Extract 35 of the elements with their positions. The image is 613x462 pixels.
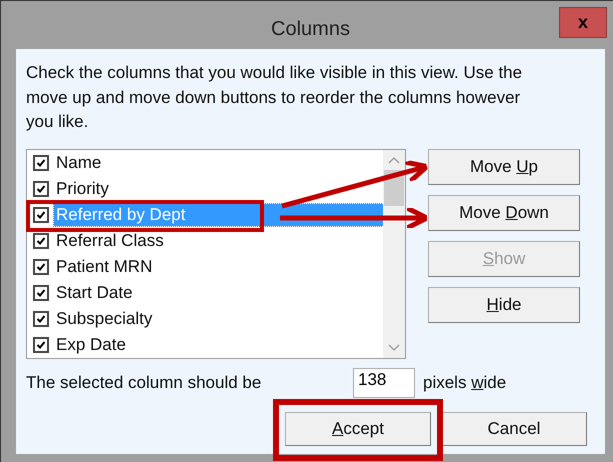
checkbox[interactable] bbox=[33, 180, 49, 196]
checkbox[interactable] bbox=[33, 336, 49, 352]
checkbox[interactable] bbox=[33, 284, 49, 300]
column-item[interactable]: Name bbox=[54, 152, 383, 174]
instruction-text: Check the columns that you would like visible in this view. Use the move up and move down buttons to reorder the columns however you like. bbox=[26, 62, 524, 133]
check-icon bbox=[36, 340, 46, 350]
column-item[interactable]: Referral Class bbox=[54, 230, 383, 252]
side-button[interactable]: Hide bbox=[428, 286, 580, 322]
check-icon bbox=[36, 184, 46, 194]
accept-button[interactable]: Accept bbox=[285, 412, 431, 446]
check-icon bbox=[36, 314, 46, 324]
checkbox[interactable] bbox=[33, 232, 49, 248]
checkbox[interactable] bbox=[33, 206, 49, 222]
side-button[interactable]: Move Down bbox=[428, 194, 580, 230]
scrollbar[interactable] bbox=[383, 150, 405, 358]
checkbox[interactable] bbox=[33, 154, 49, 170]
column-item[interactable]: Patient MRN bbox=[54, 256, 383, 278]
width-label: The selected column should be bbox=[26, 372, 262, 392]
check-icon bbox=[36, 288, 46, 298]
checkbox[interactable] bbox=[33, 310, 49, 326]
column-item[interactable]: Priority bbox=[54, 178, 383, 200]
cancel-button[interactable]: Cancel bbox=[441, 412, 587, 446]
unit-label: pixels wide bbox=[423, 372, 506, 392]
check-icon bbox=[36, 210, 46, 220]
checkbox[interactable] bbox=[33, 258, 49, 274]
side-button[interactable]: Move Up bbox=[428, 148, 580, 184]
check-icon bbox=[36, 158, 46, 168]
check-icon bbox=[36, 236, 46, 246]
column-item[interactable]: Exp Date bbox=[54, 334, 383, 356]
width-field[interactable]: 138 bbox=[353, 368, 415, 398]
window-title: Columns bbox=[271, 18, 350, 40]
close-button[interactable]: x bbox=[559, 7, 607, 38]
column-item[interactable]: Subspecialty bbox=[54, 308, 383, 330]
column-item[interactable]: Start Date bbox=[54, 282, 383, 304]
check-icon bbox=[36, 262, 46, 272]
